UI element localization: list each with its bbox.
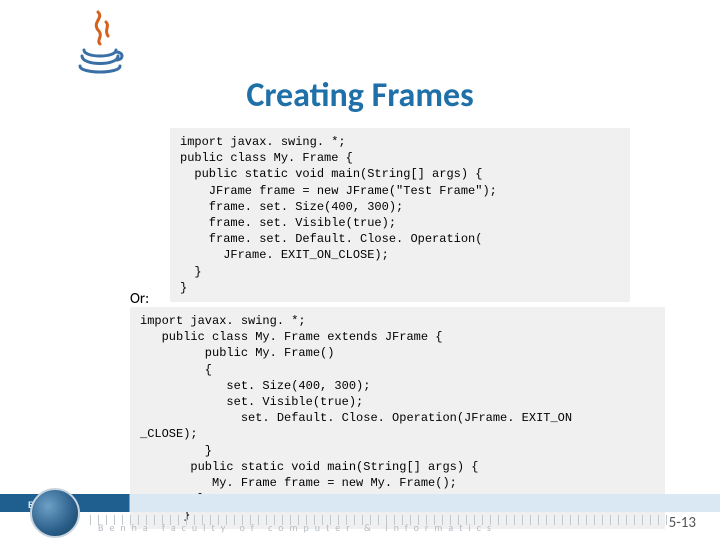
footer: B F C I Benha faculty of computer & Info… bbox=[0, 496, 720, 540]
or-label: Or: bbox=[130, 290, 149, 308]
slide: Creating Frames import javax. swing. *; … bbox=[0, 0, 720, 540]
slide-title: Creating Frames bbox=[0, 75, 720, 116]
footer-badge-icon bbox=[30, 488, 80, 538]
footer-band bbox=[0, 494, 720, 512]
code-block-1: import javax. swing. *; public class My.… bbox=[170, 128, 630, 302]
page-number: 5-13 bbox=[669, 514, 696, 532]
java-logo-icon bbox=[70, 8, 130, 78]
footer-org: Benha faculty of computer & Informatics bbox=[98, 521, 497, 534]
